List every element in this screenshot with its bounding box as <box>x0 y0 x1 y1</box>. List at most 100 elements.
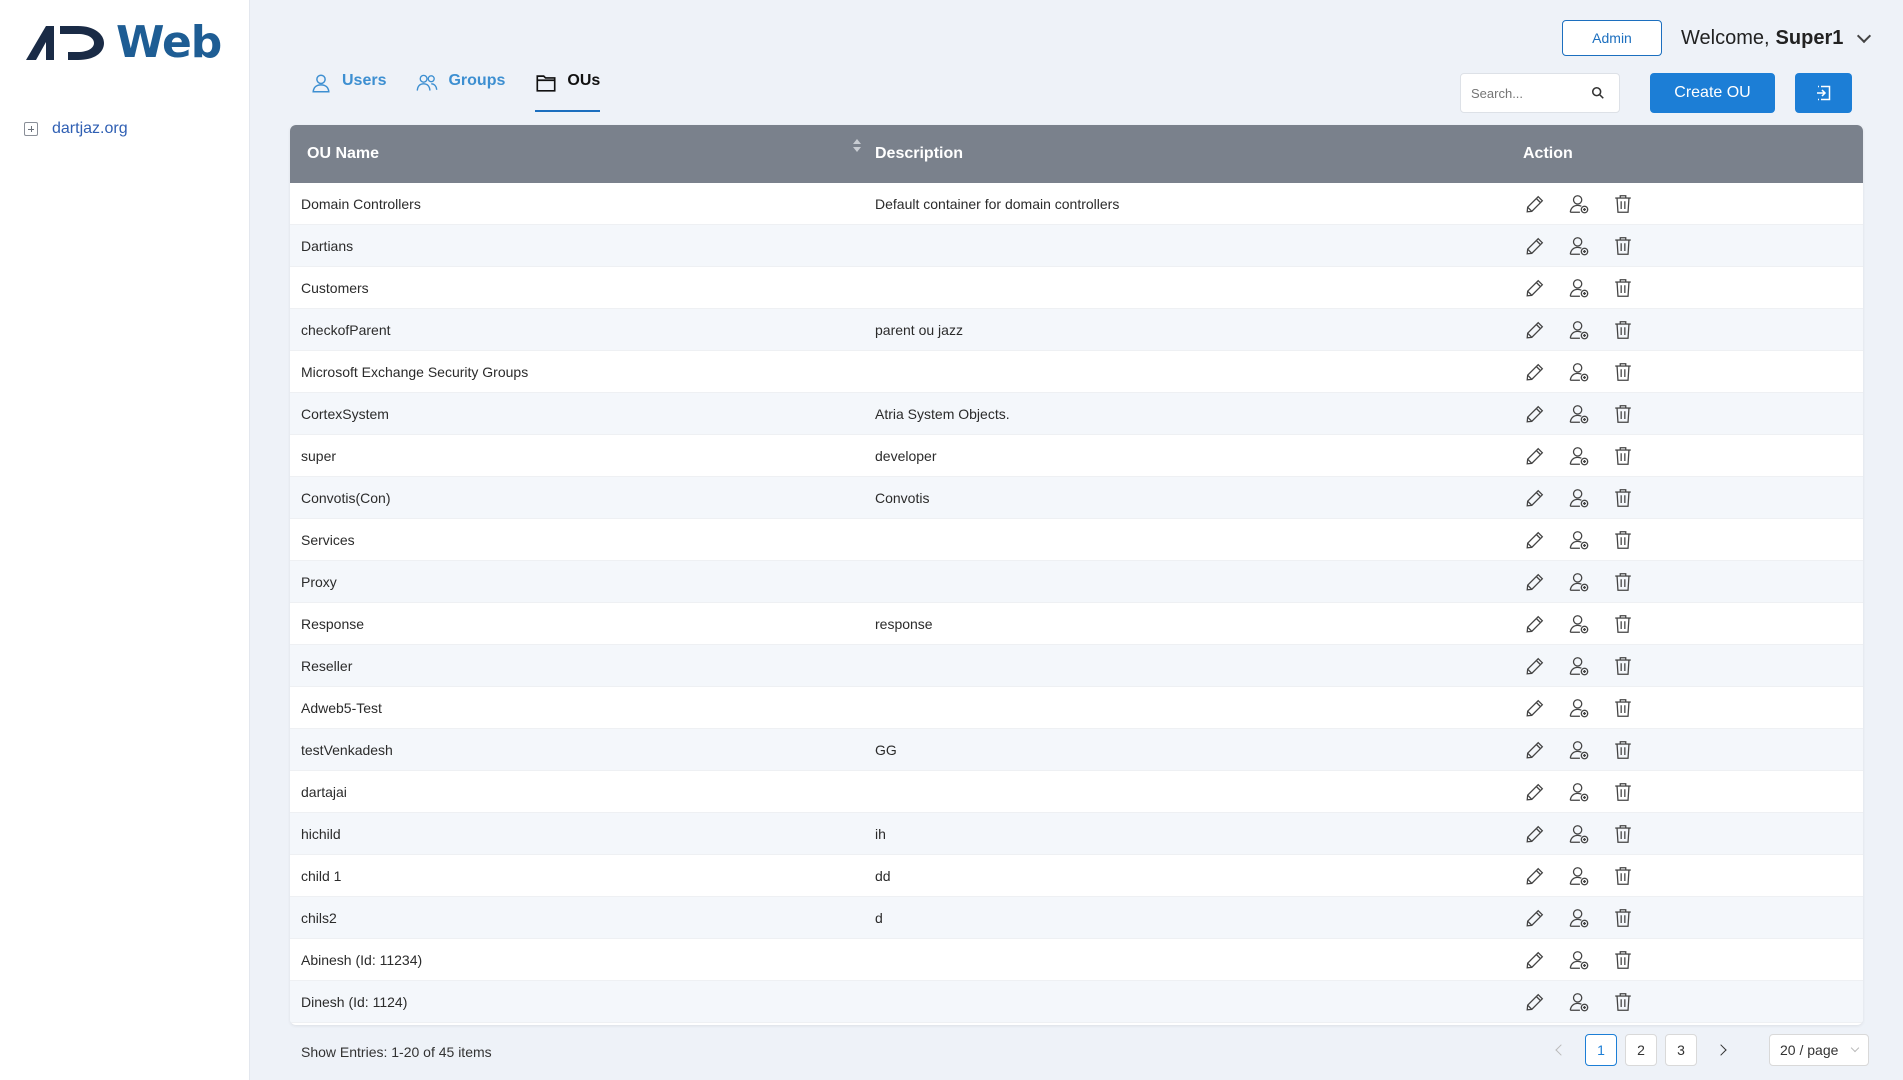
table-row[interactable]: Convotis(Con) Convotis <box>290 477 1863 519</box>
add-user-icon[interactable] <box>1568 865 1590 887</box>
delete-icon[interactable] <box>1612 991 1634 1013</box>
add-user-icon[interactable] <box>1568 949 1590 971</box>
table-row[interactable]: Domain Controllers Default container for … <box>290 183 1863 225</box>
edit-icon[interactable] <box>1524 361 1546 383</box>
page-3-button[interactable]: 3 <box>1665 1034 1697 1066</box>
add-user-icon[interactable] <box>1568 361 1590 383</box>
delete-icon[interactable] <box>1612 319 1634 341</box>
delete-icon[interactable] <box>1612 277 1634 299</box>
delete-icon[interactable] <box>1612 907 1634 929</box>
add-user-icon[interactable] <box>1568 193 1590 215</box>
add-user-icon[interactable] <box>1568 529 1590 551</box>
edit-icon[interactable] <box>1524 697 1546 719</box>
sort-icon[interactable] <box>853 139 861 152</box>
add-user-icon[interactable] <box>1568 403 1590 425</box>
add-user-icon[interactable] <box>1568 613 1590 635</box>
edit-icon[interactable] <box>1524 193 1546 215</box>
page-size-select[interactable]: 20 / page <box>1769 1034 1869 1066</box>
add-user-icon[interactable] <box>1568 319 1590 341</box>
table-row[interactable]: dartajai <box>290 771 1863 813</box>
add-user-icon[interactable] <box>1568 487 1590 509</box>
edit-icon[interactable] <box>1524 529 1546 551</box>
table-row[interactable]: Reseller <box>290 645 1863 687</box>
table-row[interactable]: testVenkadesh GG <box>290 729 1863 771</box>
edit-icon[interactable] <box>1524 235 1546 257</box>
user-menu[interactable]: Welcome, Super1 <box>1681 24 1872 52</box>
page-2-button[interactable]: 2 <box>1625 1034 1657 1066</box>
search-icon[interactable] <box>1591 86 1605 100</box>
delete-icon[interactable] <box>1612 487 1634 509</box>
tab-groups[interactable]: Groups <box>416 70 505 112</box>
import-button[interactable] <box>1795 73 1852 113</box>
edit-icon[interactable] <box>1524 907 1546 929</box>
table-row[interactable]: hichild ih <box>290 813 1863 855</box>
tab-users[interactable]: Users <box>310 70 386 112</box>
edit-icon[interactable] <box>1524 571 1546 593</box>
edit-icon[interactable] <box>1524 991 1546 1013</box>
tree-item-dartjaz-org[interactable]: dartjaz.org <box>24 120 128 138</box>
table-row[interactable]: child 1 dd <box>290 855 1863 897</box>
table-row[interactable]: chils2 d <box>290 897 1863 939</box>
delete-icon[interactable] <box>1612 865 1634 887</box>
edit-icon[interactable] <box>1524 445 1546 467</box>
edit-icon[interactable] <box>1524 319 1546 341</box>
table-row[interactable]: Dartians <box>290 225 1863 267</box>
tab-ous[interactable]: OUs <box>535 70 601 112</box>
column-header-ou-name[interactable]: OU Name <box>290 139 875 163</box>
delete-icon[interactable] <box>1612 193 1634 215</box>
table-row[interactable]: Adweb5-Test <box>290 687 1863 729</box>
table-row[interactable]: Proxy <box>290 561 1863 603</box>
delete-icon[interactable] <box>1612 571 1634 593</box>
delete-icon[interactable] <box>1612 949 1634 971</box>
delete-icon[interactable] <box>1612 361 1634 383</box>
edit-icon[interactable] <box>1524 739 1546 761</box>
add-user-icon[interactable] <box>1568 445 1590 467</box>
table-row[interactable]: Response response <box>290 603 1863 645</box>
edit-icon[interactable] <box>1524 823 1546 845</box>
table-row[interactable]: Customers <box>290 267 1863 309</box>
edit-icon[interactable] <box>1524 613 1546 635</box>
edit-icon[interactable] <box>1524 403 1546 425</box>
edit-icon[interactable] <box>1524 949 1546 971</box>
add-user-icon[interactable] <box>1568 277 1590 299</box>
add-user-icon[interactable] <box>1568 697 1590 719</box>
create-ou-button[interactable]: Create OU <box>1650 73 1775 113</box>
add-user-icon[interactable] <box>1568 781 1590 803</box>
admin-button[interactable]: Admin <box>1562 20 1662 56</box>
edit-icon[interactable] <box>1524 865 1546 887</box>
table-row[interactable]: Abinesh (Id: 11234) <box>290 939 1863 981</box>
add-user-icon[interactable] <box>1568 991 1590 1013</box>
edit-icon[interactable] <box>1524 781 1546 803</box>
table-row[interactable]: CortexSystem Atria System Objects. <box>290 393 1863 435</box>
next-page-icon[interactable] <box>1705 1034 1737 1066</box>
delete-icon[interactable] <box>1612 445 1634 467</box>
adweb-logo[interactable]: Web <box>24 17 222 68</box>
prev-page-icon[interactable] <box>1545 1034 1577 1066</box>
delete-icon[interactable] <box>1612 529 1634 551</box>
add-user-icon[interactable] <box>1568 823 1590 845</box>
search-box[interactable] <box>1460 73 1620 113</box>
delete-icon[interactable] <box>1612 403 1634 425</box>
table-row[interactable]: Services <box>290 519 1863 561</box>
delete-icon[interactable] <box>1612 613 1634 635</box>
add-user-icon[interactable] <box>1568 571 1590 593</box>
table-row[interactable]: checkofParent parent ou jazz <box>290 309 1863 351</box>
add-user-icon[interactable] <box>1568 907 1590 929</box>
chevron-down-icon[interactable] <box>1857 28 1872 43</box>
edit-icon[interactable] <box>1524 277 1546 299</box>
expand-square-icon[interactable] <box>24 122 38 136</box>
delete-icon[interactable] <box>1612 235 1634 257</box>
delete-icon[interactable] <box>1612 823 1634 845</box>
delete-icon[interactable] <box>1612 739 1634 761</box>
tree-item-label[interactable]: dartjaz.org <box>52 120 128 138</box>
edit-icon[interactable] <box>1524 655 1546 677</box>
add-user-icon[interactable] <box>1568 235 1590 257</box>
table-row[interactable]: super developer <box>290 435 1863 477</box>
table-row[interactable]: Microsoft Exchange Security Groups <box>290 351 1863 393</box>
delete-icon[interactable] <box>1612 697 1634 719</box>
delete-icon[interactable] <box>1612 655 1634 677</box>
page-1-button[interactable]: 1 <box>1585 1034 1617 1066</box>
add-user-icon[interactable] <box>1568 655 1590 677</box>
table-row[interactable]: Dinesh (Id: 1124) <box>290 981 1863 1023</box>
add-user-icon[interactable] <box>1568 739 1590 761</box>
